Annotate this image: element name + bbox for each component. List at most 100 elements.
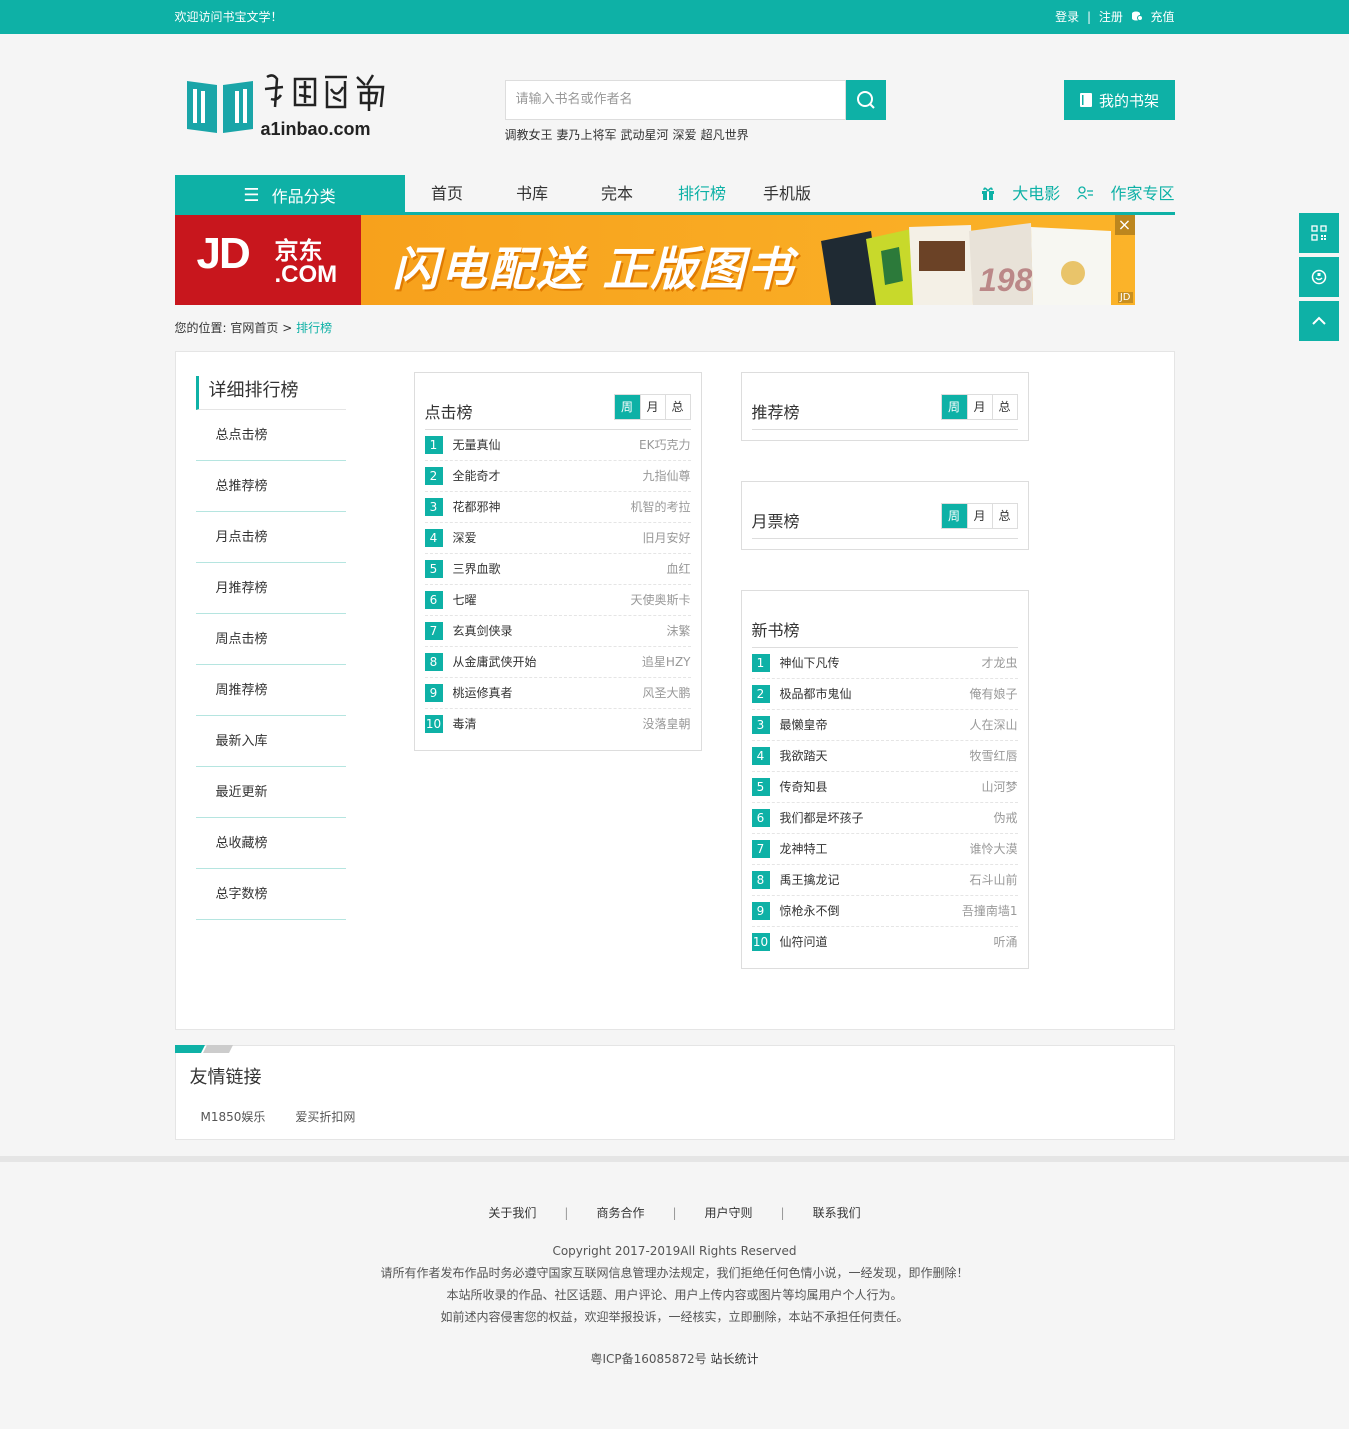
rank-row[interactable]: 9 桃运修真者 风圣大鹏: [424, 678, 691, 709]
book-title[interactable]: 最懒皇帝: [780, 710, 828, 741]
sidebar-item[interactable]: 总推荐榜: [195, 461, 346, 512]
sidebar-item[interactable]: 总字数榜: [195, 869, 346, 920]
book-title[interactable]: 花都邪神: [453, 492, 501, 523]
friend-link[interactable]: 爱买折扣网: [295, 1110, 355, 1124]
rank-row[interactable]: 5 三界血歌 血红: [424, 554, 691, 585]
book-title[interactable]: 极品都市鬼仙: [780, 679, 852, 710]
nav-home[interactable]: 首页: [405, 175, 490, 212]
rank-row[interactable]: 3 最懒皇帝 人在深山: [751, 710, 1018, 741]
sidebar-item[interactable]: 总收藏榜: [195, 818, 346, 869]
nav-ranking[interactable]: 排行榜: [660, 175, 745, 212]
site-stat-link[interactable]: 站长统计: [711, 1352, 759, 1366]
icp-number[interactable]: 粤ICP备16085872号: [590, 1352, 706, 1366]
rank-row[interactable]: 8 从金庸武侠开始 追星HZY: [424, 647, 691, 678]
hot-word[interactable]: 妻乃上将军: [557, 128, 617, 142]
rank-row[interactable]: 2 全能奇才 九指仙尊: [424, 461, 691, 492]
book-author[interactable]: 牧雪红唇: [969, 741, 1017, 772]
footer-link-about[interactable]: 关于我们: [488, 1206, 536, 1220]
sidebar-item[interactable]: 总点击榜: [195, 410, 346, 461]
footer-link-rules[interactable]: 用户守则: [705, 1206, 753, 1220]
book-author[interactable]: 旧月安好: [642, 523, 690, 554]
rank-row[interactable]: 9 惊枪永不倒 吾撞南墙1: [751, 896, 1018, 927]
book-title[interactable]: 我欲踏天: [780, 741, 828, 772]
banner-close-icon[interactable]: ×: [1114, 215, 1135, 235]
search-button[interactable]: [845, 80, 886, 120]
book-author[interactable]: 听涌: [993, 927, 1017, 958]
book-author[interactable]: 沫繁: [666, 616, 690, 647]
search-input[interactable]: 请输入书名或作者名: [504, 80, 846, 120]
recharge-link[interactable]: 充值: [1131, 10, 1175, 24]
book-author[interactable]: 风圣大鹏: [642, 678, 690, 709]
author-zone-link[interactable]: 作家专区: [1077, 184, 1175, 203]
nav-completed[interactable]: 完本: [575, 175, 660, 212]
book-author[interactable]: 九指仙尊: [642, 461, 690, 492]
tab-month[interactable]: 月: [966, 504, 992, 528]
tab-month[interactable]: 月: [966, 395, 992, 419]
rank-row[interactable]: 7 玄真剑侠录 沫繁: [424, 616, 691, 647]
rank-row[interactable]: 4 我欲踏天 牧雪红唇: [751, 741, 1018, 772]
rank-row[interactable]: 10 仙符问道 听涌: [751, 927, 1018, 958]
book-title[interactable]: 惊枪永不倒: [780, 896, 840, 927]
sidebar-item[interactable]: 最近更新: [195, 767, 346, 818]
site-logo[interactable]: a1inbao.com: [185, 71, 395, 141]
breadcrumb-home[interactable]: 官网首页: [230, 321, 278, 335]
book-author[interactable]: 天使奥斯卡: [630, 585, 690, 616]
book-title[interactable]: 神仙下凡传: [780, 648, 840, 679]
nav-library[interactable]: 书库: [490, 175, 575, 212]
rank-row[interactable]: 6 我们都是坏孩子 伪戒: [751, 803, 1018, 834]
book-title[interactable]: 七曜: [453, 585, 477, 616]
rank-row[interactable]: 2 极品都市鬼仙 俺有娘子: [751, 679, 1018, 710]
rank-row[interactable]: 4 深爱 旧月安好: [424, 523, 691, 554]
footer-link-contact[interactable]: 联系我们: [813, 1206, 861, 1220]
book-title[interactable]: 传奇知县: [780, 772, 828, 803]
book-author[interactable]: 追星HZY: [642, 647, 691, 678]
nav-mobile[interactable]: 手机版: [745, 175, 830, 212]
rank-row[interactable]: 5 传奇知县 山河梦: [751, 772, 1018, 803]
book-title[interactable]: 龙神特工: [780, 834, 828, 865]
book-author[interactable]: 才龙虫: [981, 648, 1017, 679]
book-author[interactable]: 伪戒: [993, 803, 1017, 834]
hot-word[interactable]: 深爱: [673, 128, 697, 142]
book-title[interactable]: 我们都是坏孩子: [780, 803, 864, 834]
rank-row[interactable]: 7 龙神特工 谁怜大漠: [751, 834, 1018, 865]
movie-link[interactable]: 大电影: [981, 184, 1065, 203]
rank-row[interactable]: 1 无量真仙 EK巧克力: [424, 430, 691, 461]
tab-month[interactable]: 月: [639, 395, 665, 419]
book-author[interactable]: 机智的考拉: [630, 492, 690, 523]
book-title[interactable]: 禹王擒龙记: [780, 865, 840, 896]
book-title[interactable]: 玄真剑侠录: [453, 616, 513, 647]
friend-link[interactable]: M1850娱乐: [201, 1110, 266, 1124]
sidebar-item[interactable]: 周推荐榜: [195, 665, 346, 716]
sidebar-item[interactable]: 周点击榜: [195, 614, 346, 665]
jd-ad-banner[interactable]: JD 京东 .COM 闪电配送 正版图书 1988 × JD: [174, 215, 1135, 305]
book-author[interactable]: 人在深山: [969, 710, 1017, 741]
tab-total[interactable]: 总: [991, 395, 1017, 419]
book-author[interactable]: 俺有娘子: [969, 679, 1017, 710]
book-author[interactable]: 山河梦: [981, 772, 1017, 803]
category-button[interactable]: ☰ 作品分类: [174, 175, 405, 215]
rank-row[interactable]: 1 神仙下凡传 才龙虫: [751, 648, 1018, 679]
hot-word[interactable]: 调教女王: [505, 128, 553, 142]
rank-row[interactable]: 10 毒清 没落皇朝: [424, 709, 691, 740]
book-author[interactable]: 吾撞南墙1: [962, 896, 1018, 927]
my-bookshelf-button[interactable]: 我的书架: [1063, 80, 1175, 120]
tab-week[interactable]: 周: [941, 504, 967, 528]
book-author[interactable]: 血红: [666, 554, 690, 585]
book-title[interactable]: 仙符问道: [780, 927, 828, 958]
book-title[interactable]: 毒清: [453, 709, 477, 740]
book-title[interactable]: 深爱: [453, 523, 477, 554]
book-author[interactable]: EK巧克力: [639, 430, 690, 461]
sidebar-item[interactable]: 月点击榜: [195, 512, 346, 563]
book-title[interactable]: 三界血歌: [453, 554, 501, 585]
tab-total[interactable]: 总: [664, 395, 690, 419]
tab-total[interactable]: 总: [991, 504, 1017, 528]
hot-word[interactable]: 武动星河: [621, 128, 669, 142]
login-link[interactable]: 登录: [1055, 10, 1079, 24]
sidebar-item[interactable]: 月推荐榜: [195, 563, 346, 614]
book-author[interactable]: 没落皇朝: [642, 709, 690, 740]
sidebar-item[interactable]: 最新入库: [195, 716, 346, 767]
tab-week[interactable]: 周: [941, 395, 967, 419]
rank-row[interactable]: 3 花都邪神 机智的考拉: [424, 492, 691, 523]
book-title[interactable]: 桃运修真者: [453, 678, 513, 709]
book-author[interactable]: 谁怜大漠: [969, 834, 1017, 865]
